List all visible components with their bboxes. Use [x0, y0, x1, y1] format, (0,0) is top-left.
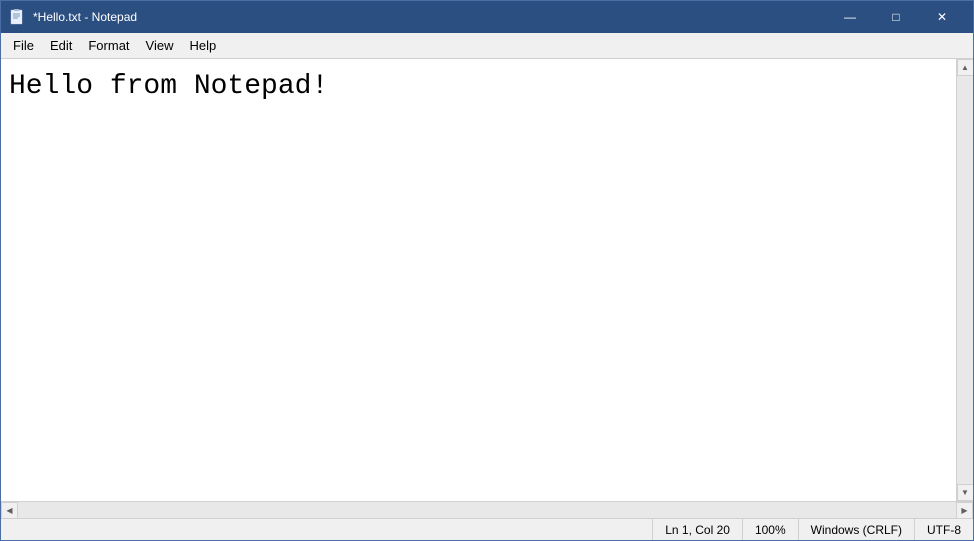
- window-controls: — □ ✕: [827, 1, 965, 33]
- bottom-section: ◀ ▶ Ln 1, Col 20 100% Windows (CRLF) UTF…: [1, 501, 973, 540]
- menu-bar: File Edit Format View Help: [1, 33, 973, 59]
- horizontal-scrollbar: ◀ ▶: [1, 501, 973, 518]
- status-line-ending: Windows (CRLF): [798, 519, 914, 540]
- scroll-h-track[interactable]: [18, 502, 956, 518]
- status-bar: Ln 1, Col 20 100% Windows (CRLF) UTF-8: [1, 518, 973, 540]
- title-bar-left: *Hello.txt - Notepad: [9, 9, 137, 25]
- status-encoding: UTF-8: [914, 519, 973, 540]
- maximize-icon: □: [892, 11, 899, 23]
- minimize-button[interactable]: —: [827, 1, 873, 33]
- vertical-scrollbar: ▲ ▼: [956, 59, 973, 501]
- menu-edit[interactable]: Edit: [42, 35, 80, 56]
- status-zoom: 100%: [742, 519, 798, 540]
- title-bar: *Hello.txt - Notepad — □ ✕: [1, 1, 973, 33]
- scroll-down-arrow[interactable]: ▼: [957, 484, 974, 501]
- minimize-icon: —: [844, 11, 856, 23]
- close-button[interactable]: ✕: [919, 1, 965, 33]
- scroll-right-arrow[interactable]: ▶: [956, 502, 973, 519]
- editor-area-row: Hello from Notepad! ▲ ▼: [1, 59, 973, 501]
- menu-file[interactable]: File: [5, 35, 42, 56]
- menu-view[interactable]: View: [138, 35, 182, 56]
- scroll-left-arrow[interactable]: ◀: [1, 502, 18, 519]
- maximize-button[interactable]: □: [873, 1, 919, 33]
- notepad-app-icon: [9, 9, 25, 25]
- close-icon: ✕: [937, 11, 947, 23]
- scroll-v-track[interactable]: [957, 76, 973, 484]
- menu-format[interactable]: Format: [80, 35, 137, 56]
- menu-help[interactable]: Help: [181, 35, 224, 56]
- window-title: *Hello.txt - Notepad: [33, 10, 137, 24]
- status-position: Ln 1, Col 20: [652, 519, 742, 540]
- notepad-window: *Hello.txt - Notepad — □ ✕ File Edit For…: [0, 0, 974, 541]
- text-editor[interactable]: Hello from Notepad!: [1, 59, 956, 501]
- scroll-up-arrow[interactable]: ▲: [957, 59, 974, 76]
